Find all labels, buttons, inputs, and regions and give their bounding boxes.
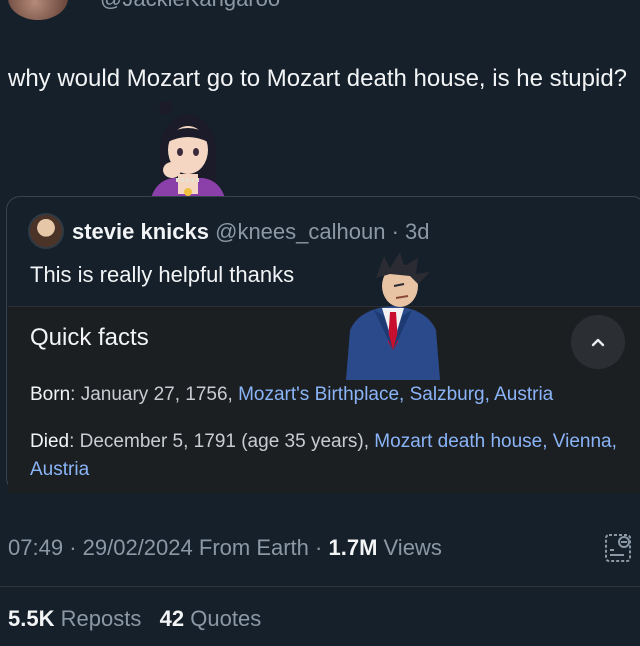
tweet-meta: 07:49 · 29/02/2024 From Earth · 1.7M Vie…	[8, 535, 442, 561]
quoted-user-avatar[interactable]	[28, 213, 64, 249]
quick-facts-title: Quick facts	[30, 324, 149, 351]
tweet-time[interactable]: 07:49	[8, 535, 63, 560]
died-fact: Died: December 5, 1791 (age 35 years), M…	[30, 428, 630, 484]
died-text: : December 5, 1791 (age 35 years),	[69, 431, 375, 452]
meta-separator: ·	[315, 535, 323, 560]
born-label: Born	[30, 384, 71, 405]
quoted-tweet-age[interactable]: 3d	[405, 219, 429, 244]
lawyer-sticker-image	[346, 252, 440, 380]
quotes-label[interactable]: Quotes	[190, 606, 261, 631]
quotes-count[interactable]: 42	[160, 606, 184, 631]
quoted-user-handle[interactable]: @knees_calhoun	[215, 219, 385, 244]
born-text: : January 27, 1756,	[70, 384, 239, 405]
quoted-tweet-text: This is really helpful thanks	[30, 262, 295, 287]
tweet-text: why would Mozart go to Mozart death hous…	[8, 65, 628, 92]
collapse-button[interactable]	[571, 315, 625, 369]
meta-separator: ·	[69, 535, 77, 560]
died-label: Died	[30, 431, 70, 452]
tweet-stats: 5.5K Reposts 42 Quotes	[8, 606, 261, 632]
views-label: Views	[383, 535, 442, 560]
quoted-user-name[interactable]: stevie knicks	[72, 219, 209, 244]
header-separator: ·	[391, 219, 399, 244]
tweet-source: From Earth	[198, 535, 309, 560]
birthplace-link[interactable]: Mozart's Birthplace, Salzburg, Austria	[238, 384, 553, 405]
collapse-chevron-up-icon	[591, 338, 605, 347]
quoted-tweet-header: stevie knicks @knees_calhoun · 3d	[72, 219, 430, 245]
previous-tweet-handle[interactable]: @JackieKangaroo	[100, 0, 280, 12]
analytics-icon[interactable]	[604, 532, 634, 564]
tweet-date[interactable]: 29/02/2024	[83, 535, 193, 560]
previous-tweet-avatar[interactable]	[8, 0, 68, 20]
reposts-count[interactable]: 5.5K	[8, 606, 54, 631]
divider	[0, 586, 640, 587]
born-fact: Born: January 27, 1756, Mozart's Birthpl…	[30, 381, 553, 409]
reposts-label[interactable]: Reposts	[61, 606, 142, 631]
views-count: 1.7M	[328, 535, 378, 560]
